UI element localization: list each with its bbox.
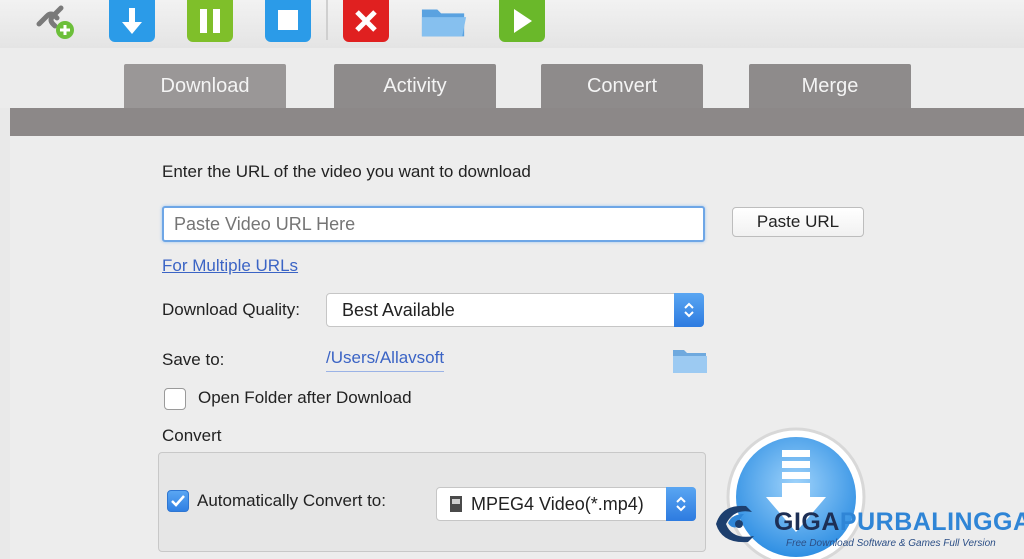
open-folder-button[interactable] (420, 0, 468, 42)
chevron-up-down-icon (676, 496, 686, 512)
toolbar-separator (326, 0, 328, 40)
auto-convert-checkbox[interactable] (167, 490, 189, 512)
watermark-brand-part1: GIGA (774, 508, 840, 536)
browse-folder-button[interactable] (672, 346, 708, 379)
download-quality-select[interactable]: Best Available (326, 293, 704, 327)
convert-format-select[interactable]: MPEG4 Video(*.mp4) (436, 487, 696, 521)
watermark-brand: GIGAPURBALINGGA (774, 508, 1024, 537)
tab-activity[interactable]: Activity (334, 64, 496, 108)
open-folder-label: Open Folder after Download (198, 388, 412, 407)
download-quality-value: Best Available (342, 299, 455, 320)
url-prompt-label: Enter the URL of the video you want to d… (162, 162, 531, 181)
convert-format-value: MPEG4 Video(*.mp4) (471, 493, 644, 514)
folder-icon (673, 350, 707, 373)
save-to-label: Save to: (162, 350, 225, 369)
checkmark-icon (171, 495, 185, 507)
play-icon (499, 0, 545, 42)
download-button[interactable] (108, 0, 156, 42)
pause-button[interactable] (186, 0, 234, 42)
play-button[interactable] (498, 0, 546, 42)
folder-icon (421, 9, 467, 37)
convert-section-label: Convert (162, 426, 222, 445)
url-input[interactable] (162, 206, 705, 242)
download-icon (109, 0, 155, 42)
watermark-logo-icon (716, 505, 754, 543)
save-path-link[interactable]: /Users/Allavsoft (326, 348, 445, 372)
tab-underline-bar (10, 108, 1024, 136)
watermark-brand-part2: PURBALINGGA (839, 508, 1024, 536)
multiple-urls-link[interactable]: For Multiple URLs (162, 256, 298, 276)
watermark-tagline: Free Download Software & Games Full Vers… (786, 538, 996, 549)
stop-button[interactable] (264, 0, 312, 42)
open-folder-checkbox[interactable] (164, 388, 186, 410)
format-stepper[interactable] (666, 487, 696, 521)
quality-stepper[interactable] (674, 293, 704, 327)
watermark: GIGAPURBALINGGA Free Download Software &… (712, 496, 1024, 559)
tab-strip: Download Activity Convert Merge (0, 48, 1024, 108)
link-add-icon (36, 5, 74, 39)
chevron-up-down-icon (684, 302, 694, 318)
toolbar (0, 0, 1024, 48)
download-quality-label: Download Quality: (162, 300, 300, 319)
add-link-button[interactable] (30, 0, 78, 42)
tab-merge[interactable]: Merge (749, 64, 911, 108)
cancel-icon (343, 0, 389, 42)
cancel-button[interactable] (342, 0, 390, 42)
paste-url-button[interactable]: Paste URL (732, 207, 864, 237)
video-file-icon (450, 496, 462, 512)
tab-convert[interactable]: Convert (541, 64, 703, 108)
tab-download[interactable]: Download (124, 64, 286, 108)
auto-convert-label: Automatically Convert to: (197, 491, 386, 510)
stop-icon (265, 0, 311, 42)
pause-icon (187, 0, 233, 42)
